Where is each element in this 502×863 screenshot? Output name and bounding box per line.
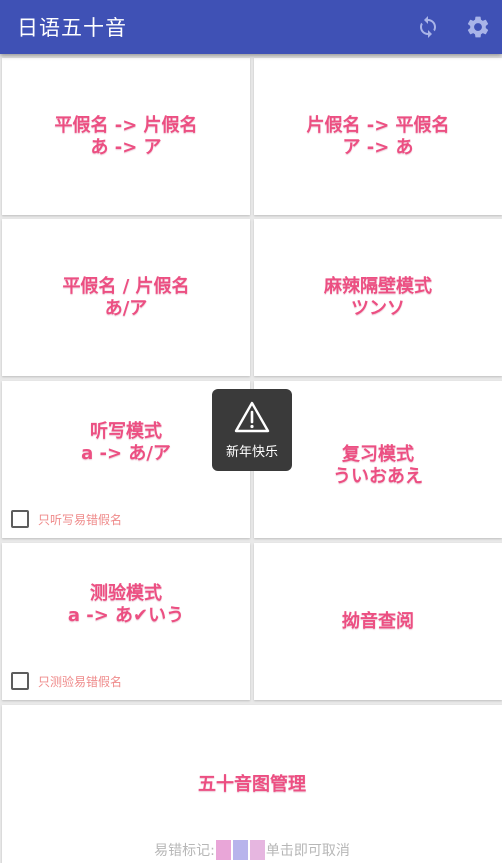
card-title: 麻辣隔壁模式 — [324, 275, 432, 297]
card-katakana-to-hiragana[interactable]: 片假名 -> 平假名 ア -> あ — [254, 58, 502, 215]
legend-suffix: 单击即可取消 — [265, 843, 350, 859]
checkbox-label: 只听写易错假名 — [38, 512, 123, 527]
card-title: 平假名 -> 片假名 — [54, 114, 198, 136]
app-bar: 日语五十音 — [0, 0, 502, 54]
app-title: 日语五十音 — [17, 16, 127, 40]
card-title: 听写模式 — [90, 421, 162, 442]
warning-icon — [234, 401, 270, 432]
dictation-error-only-option[interactable]: 只听写易错假名 — [11, 510, 122, 528]
card-title: 平假名 / 片假名 — [62, 275, 190, 297]
card-subtitle: ういおあえ — [333, 465, 423, 487]
card-subtitle: あ -> ア — [90, 136, 162, 158]
toast-text: 新年快乐 — [225, 444, 278, 460]
checkbox-label: 只测验易错假名 — [38, 674, 123, 689]
card-youon-lookup[interactable]: 拗音查阅 — [254, 543, 502, 700]
card-title: 五十音图管理 — [198, 774, 306, 795]
legend-swatch — [249, 840, 265, 860]
card-quiz-mode[interactable]: 测验模式 a -> あ✔いう 只测验易错假名 — [2, 543, 250, 700]
card-hiragana-katakana[interactable]: 平假名 / 片假名 あ/ア — [2, 219, 250, 376]
quiz-error-only-checkbox[interactable] — [11, 672, 29, 690]
sync-icon — [420, 16, 436, 38]
card-hiragana-to-katakana[interactable]: 平假名 -> 片假名 あ -> ア — [2, 58, 250, 215]
settings-button[interactable] — [454, 3, 502, 51]
card-gojuon-management[interactable]: 五十音图管理 易错标记: 单击即可取消 — [2, 705, 502, 863]
card-subtitle: あ/ア — [104, 297, 148, 319]
error-mark-legend: 易错标记: 单击即可取消 — [2, 840, 502, 860]
sync-button[interactable] — [404, 3, 452, 51]
card-subtitle: ツンソ — [351, 297, 405, 319]
legend-swatch — [215, 840, 231, 860]
card-title: 拗音查阅 — [342, 610, 414, 632]
toast-message: 新年快乐 — [212, 389, 292, 471]
legend-prefix: 易错标记: — [154, 843, 215, 859]
card-title: 片假名 -> 平假名 — [306, 114, 450, 136]
card-trouble-mode[interactable]: 麻辣隔壁模式 ツンソ — [254, 219, 502, 376]
dictation-error-only-checkbox[interactable] — [11, 510, 29, 528]
card-subtitle: a -> あ/ア — [81, 443, 171, 464]
card-subtitle: ア -> あ — [342, 136, 414, 158]
legend-swatch — [232, 840, 248, 860]
gear-icon — [467, 16, 489, 38]
card-title: 复习模式 — [342, 443, 414, 465]
card-subtitle: a -> あ✔いう — [67, 605, 185, 626]
card-title: 测验模式 — [90, 583, 162, 604]
quiz-error-only-option[interactable]: 只测验易错假名 — [11, 672, 122, 690]
